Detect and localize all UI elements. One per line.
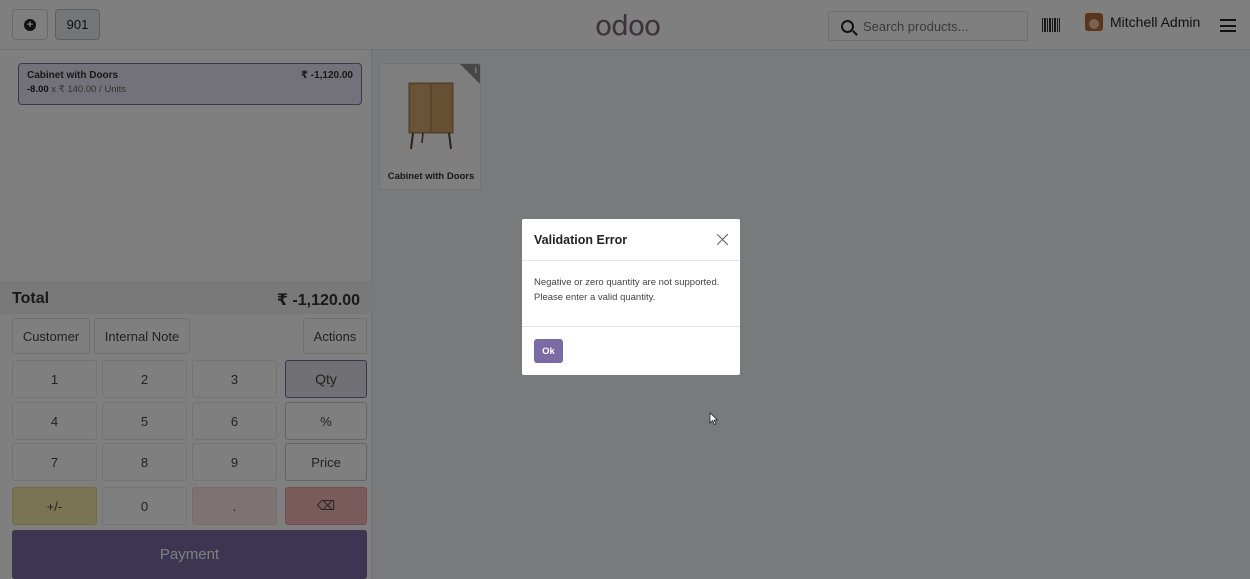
dialog-title: Validation Error (534, 233, 628, 247)
divider (522, 326, 740, 327)
dialog-message: Negative or zero quantity are not suppor… (534, 277, 720, 303)
validation-error-dialog: Validation Error Negative or zero quanti… (522, 219, 740, 375)
ok-button[interactable]: Ok (534, 339, 563, 363)
close-icon[interactable] (716, 232, 730, 246)
divider (522, 260, 740, 261)
